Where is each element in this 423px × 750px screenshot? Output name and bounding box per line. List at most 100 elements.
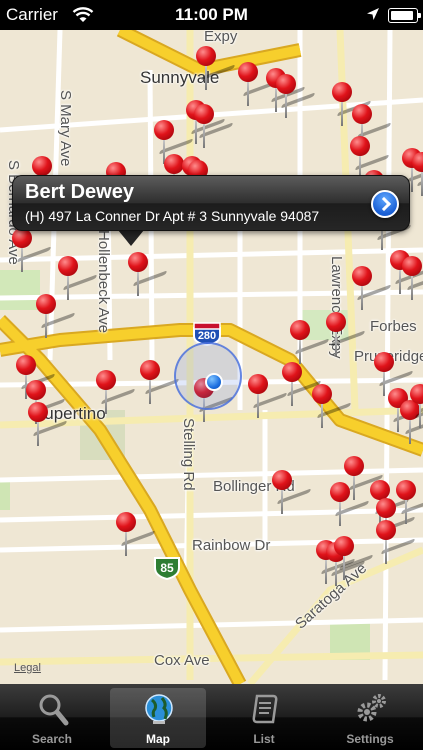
pin-needle (335, 330, 337, 356)
contact-pin[interactable] (28, 402, 68, 448)
contact-pin[interactable] (412, 152, 423, 198)
contact-pin[interactable] (36, 294, 76, 340)
pin-callout[interactable]: Bert Dewey (H) 497 La Conner Dr Apt # 3 … (12, 175, 410, 231)
contact-pin[interactable] (352, 266, 392, 312)
contact-pin[interactable] (276, 74, 316, 120)
scroll-icon (252, 694, 278, 724)
pin-head (376, 520, 396, 540)
pin-head (410, 384, 423, 404)
pin-needle (21, 246, 23, 272)
callout-pointer (118, 230, 144, 246)
current-location-dot[interactable] (205, 373, 223, 391)
contact-pin[interactable] (330, 482, 370, 528)
callout-subtitle: (H) 497 La Conner Dr Apt # 3 Sunnyvale 9… (25, 208, 320, 224)
pin-needle (247, 80, 249, 106)
pin-needle (321, 402, 323, 428)
pin-head (140, 360, 160, 380)
contact-pin[interactable] (12, 228, 52, 274)
pin-head (352, 104, 372, 124)
contact-pin[interactable] (410, 384, 423, 430)
magnifier-icon (39, 694, 69, 726)
contact-pin[interactable] (334, 536, 374, 582)
pin-head (396, 480, 416, 500)
pin-head (332, 82, 352, 102)
tab-search-label: Search (31, 732, 73, 746)
pin-head (282, 362, 302, 382)
contact-pin[interactable] (332, 82, 372, 128)
pin-needle (343, 554, 345, 580)
contact-pin[interactable] (196, 46, 236, 92)
pin-needle (291, 380, 293, 406)
pin-head (402, 256, 422, 276)
road-label-rainbow-dr: Rainbow Dr (192, 537, 271, 554)
pin-shadow (406, 274, 423, 291)
pin-head (376, 498, 396, 518)
road-label-expy: Expy (204, 30, 238, 45)
contact-pin[interactable] (326, 312, 366, 358)
pin-needle (399, 268, 401, 294)
contact-pin[interactable] (194, 104, 234, 150)
pin-needle (137, 270, 139, 296)
pin-head (312, 384, 332, 404)
road-label-s-mary-ave: S Mary Ave (57, 90, 74, 167)
pin-head (248, 374, 268, 394)
contact-pin[interactable] (272, 470, 312, 516)
pin-head (334, 536, 354, 556)
pin-head (36, 294, 56, 314)
pin-head (290, 320, 310, 340)
contact-pin[interactable] (396, 480, 423, 526)
location-services-icon (367, 8, 379, 20)
pin-head (16, 355, 36, 375)
pin-head (32, 156, 52, 176)
pin-needle (397, 406, 399, 432)
detail-disclosure-button[interactable] (371, 190, 399, 218)
tab-search[interactable]: Search (4, 688, 100, 748)
tab-list[interactable]: List (216, 688, 312, 748)
tab-bar: Search Map List Settings (0, 684, 423, 750)
pin-head (352, 266, 372, 286)
pin-head (272, 470, 292, 490)
callout-title: Bert Dewey (25, 181, 134, 203)
contact-pin[interactable] (402, 256, 423, 302)
globe-icon (145, 694, 173, 724)
contact-pin[interactable] (376, 520, 416, 566)
contact-pin[interactable] (116, 512, 156, 558)
contact-pin[interactable] (238, 62, 278, 108)
map-view[interactable]: Sunnyvale Cupertino S Mary Ave S Bernard… (0, 30, 423, 684)
pin-needle (353, 474, 355, 500)
highway-shield-85: 85 (152, 556, 182, 581)
tab-list-label: List (253, 732, 275, 746)
battery-level (391, 11, 413, 20)
pin-head (238, 62, 258, 82)
pin-needle (67, 274, 69, 300)
legal-link[interactable]: Legal (14, 662, 41, 674)
pin-needle (405, 498, 407, 524)
chevron-right-icon (376, 196, 392, 212)
tab-map[interactable]: Map (110, 688, 206, 748)
contact-pin[interactable] (96, 370, 136, 416)
pin-head (96, 370, 116, 390)
pin-needle (419, 402, 421, 428)
contact-pin[interactable] (290, 320, 330, 366)
contact-pin[interactable] (140, 360, 180, 406)
pin-needle (149, 378, 151, 404)
contact-pin[interactable] (248, 374, 288, 420)
battery-icon (388, 8, 421, 23)
tab-settings-label: Settings (346, 732, 394, 746)
gears-icon (357, 694, 386, 722)
pin-head (326, 312, 346, 332)
pin-head (12, 228, 32, 248)
pin-needle (281, 488, 283, 514)
pin-needle (385, 538, 387, 564)
contact-pin[interactable] (312, 384, 352, 430)
pin-head (330, 482, 350, 502)
contact-pin[interactable] (282, 362, 322, 408)
contact-pin[interactable] (58, 256, 98, 302)
pin-needle (411, 274, 413, 300)
tab-settings[interactable]: Settings (322, 688, 418, 748)
road-label-stelling-rd: Stelling Rd (180, 418, 197, 491)
contact-pin[interactable] (128, 252, 168, 298)
pin-needle (257, 392, 259, 418)
clock: 11:00 PM (175, 5, 248, 24)
road-label-hollenbeck-ave: Hollenbeck Ave (95, 230, 112, 334)
